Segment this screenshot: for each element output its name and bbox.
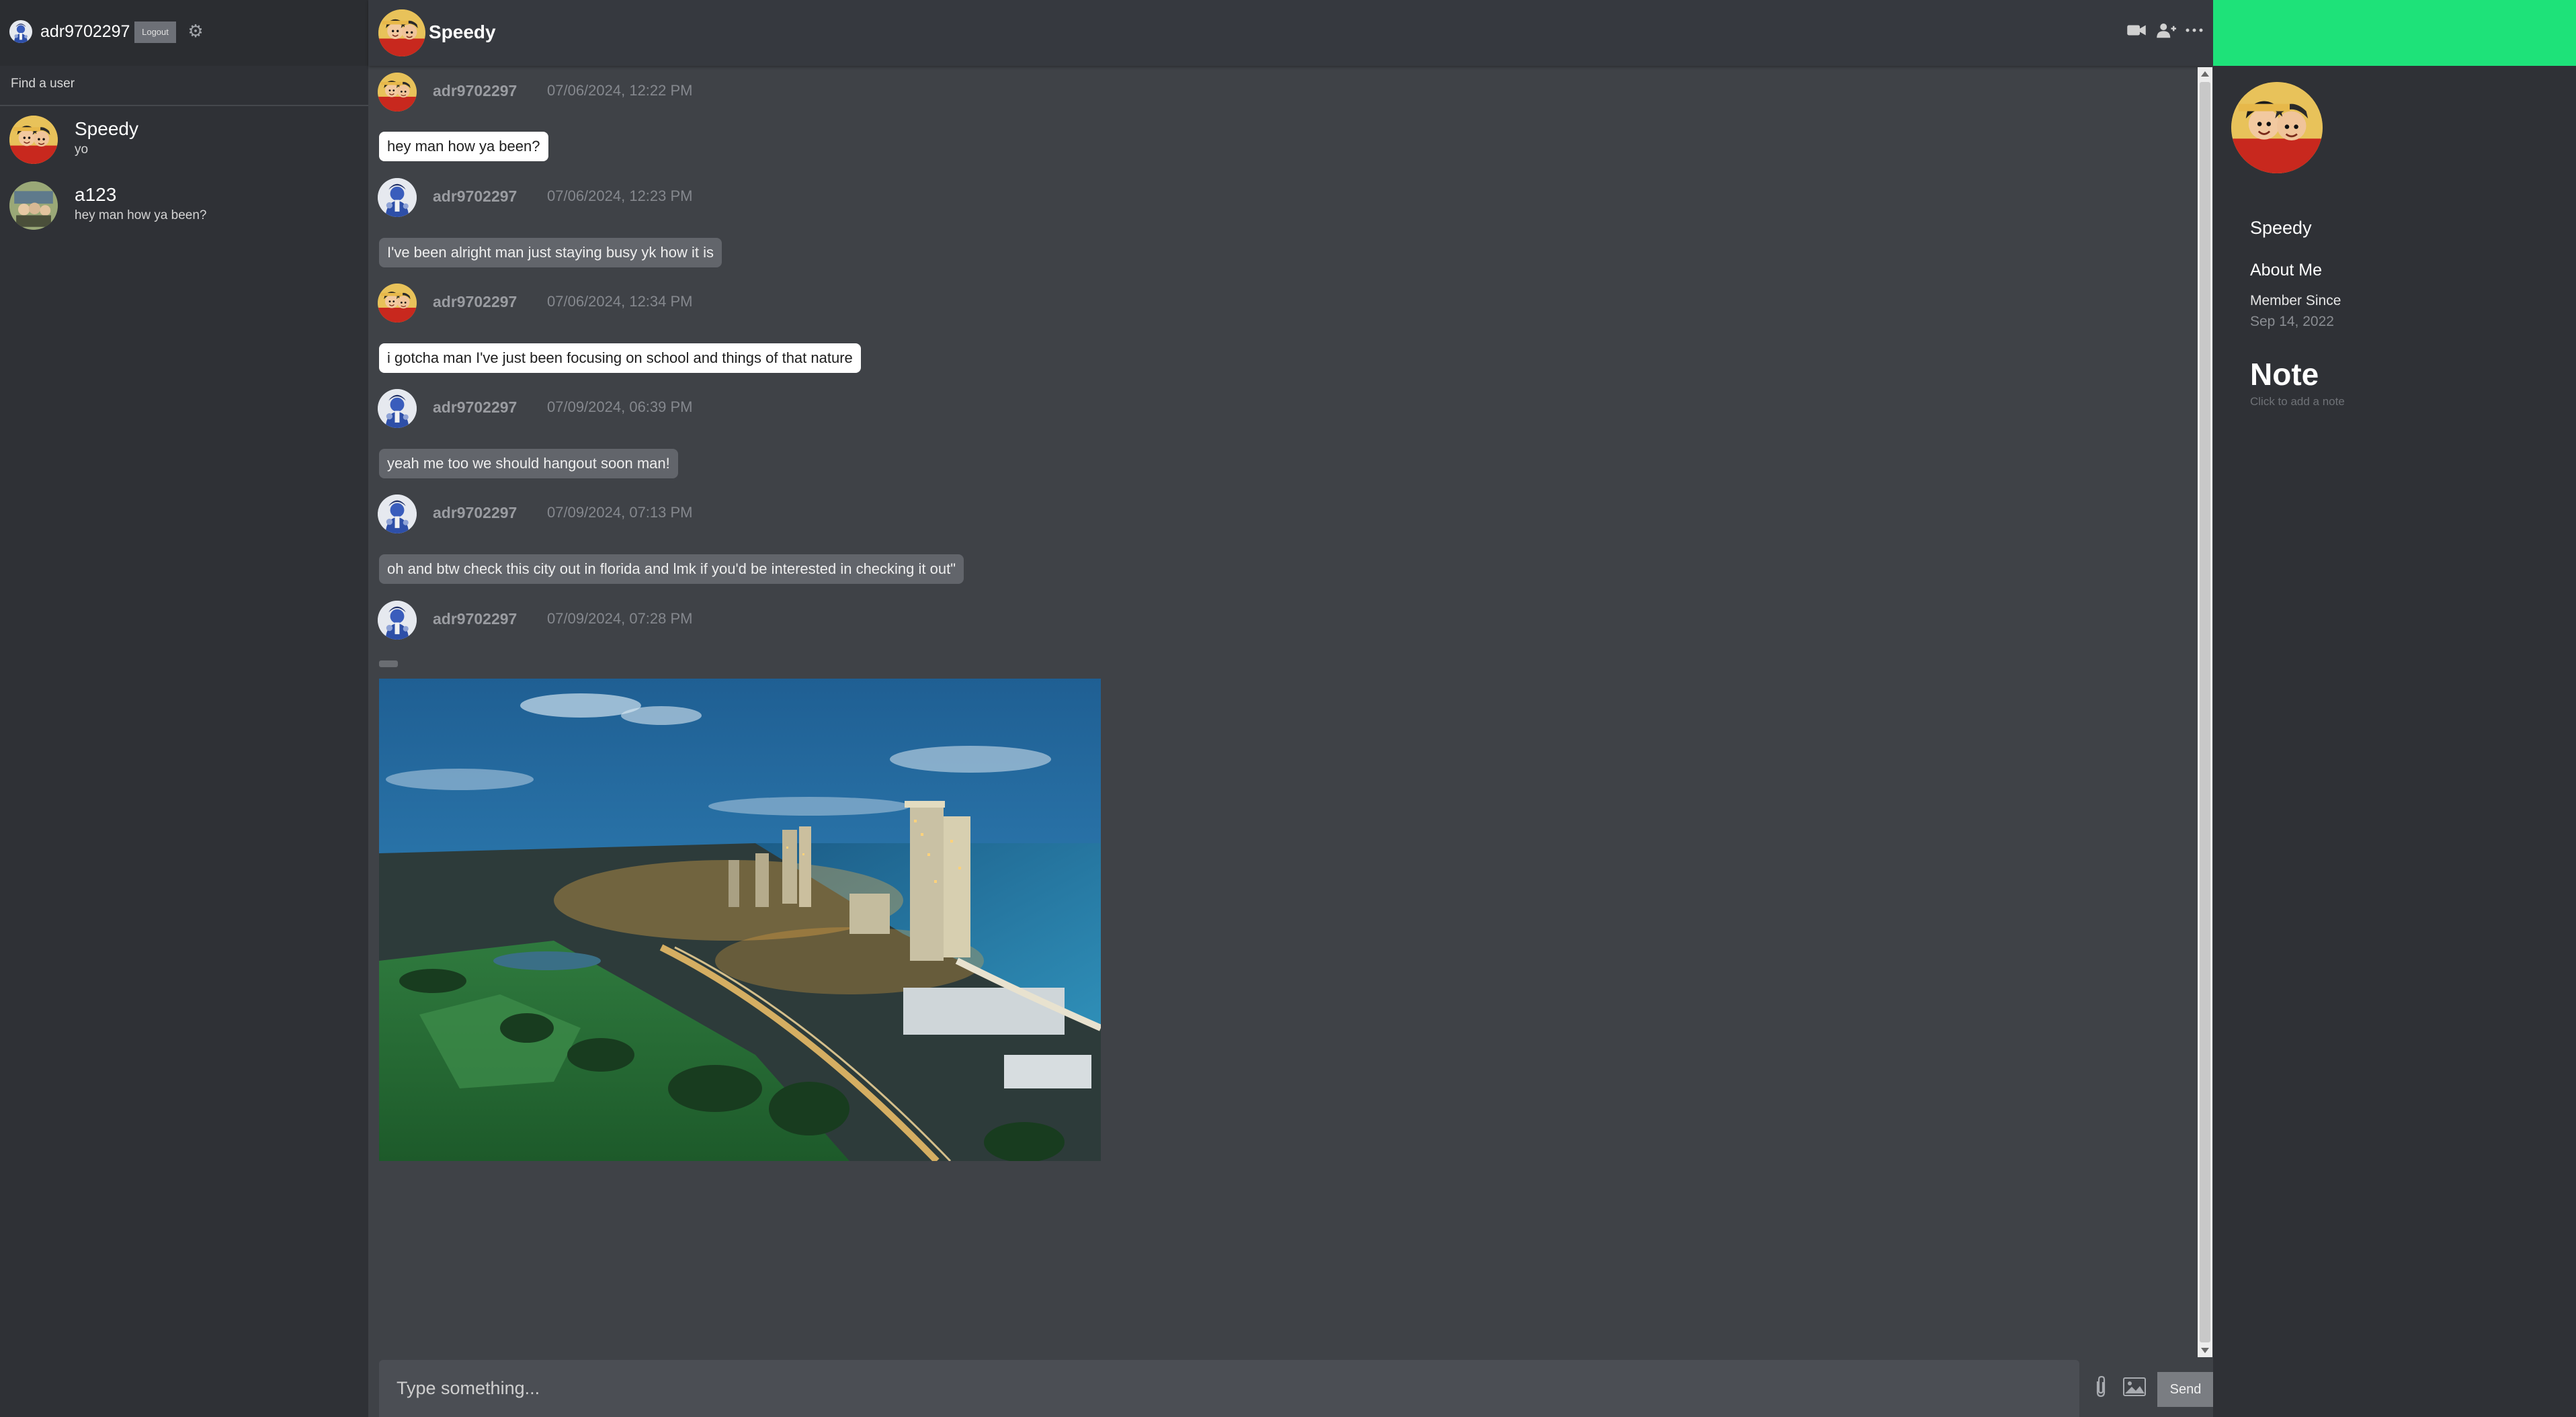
message-bubble: yeah me too we should hangout soon man! xyxy=(379,449,678,478)
profile-avatar xyxy=(2231,82,2323,173)
message-avatar[interactable] xyxy=(378,73,417,112)
contact-name: a123 xyxy=(75,184,117,205)
message-list-scrollbar[interactable] xyxy=(2198,67,2212,1357)
shared-image-city-skyline[interactable] xyxy=(379,679,1101,1161)
message-timestamp: 07/06/2024, 12:23 PM xyxy=(547,187,693,204)
message-list[interactable]: adr9702297 07/06/2024, 12:22 PM hey man … xyxy=(368,66,2196,1349)
message-username[interactable]: adr9702297 xyxy=(433,610,517,628)
current-user-avatar[interactable] xyxy=(9,20,32,43)
message-avatar[interactable] xyxy=(378,495,417,533)
member-since-value: Sep 14, 2022 xyxy=(2250,314,2334,329)
profile-banner xyxy=(2213,0,2576,66)
image-upload-icon[interactable] xyxy=(2122,1376,2149,1400)
sidebar: adr9702297 Logout ⚙ Find a user Speedy y… xyxy=(0,0,368,1417)
add-user-icon[interactable] xyxy=(2155,20,2177,43)
find-user-search[interactable]: Find a user xyxy=(0,66,368,106)
contact-item-a123[interactable]: a123 hey man how ya been? xyxy=(0,172,368,238)
message-username[interactable]: adr9702297 xyxy=(433,187,517,206)
message-avatar[interactable] xyxy=(378,389,417,428)
gear-icon[interactable]: ⚙ xyxy=(185,19,206,43)
member-since-label: Member Since xyxy=(2250,293,2341,308)
message-avatar[interactable] xyxy=(378,284,417,323)
message-timestamp: 07/06/2024, 12:22 PM xyxy=(547,82,693,99)
message-username[interactable]: adr9702297 xyxy=(433,82,517,100)
message-avatar[interactable] xyxy=(378,178,417,217)
message-timestamp: 07/09/2024, 07:13 PM xyxy=(547,504,693,521)
contact-avatar xyxy=(9,181,58,230)
profile-name: Speedy xyxy=(2250,218,2312,238)
more-options-icon[interactable] xyxy=(2183,20,2206,43)
send-button[interactable]: Send xyxy=(2157,1372,2214,1407)
message-timestamp: 07/09/2024, 07:28 PM xyxy=(547,610,693,627)
contact-last-message: yo xyxy=(75,142,89,157)
message-bubble: hey man how ya been? xyxy=(379,132,548,161)
message-username[interactable]: adr9702297 xyxy=(433,293,517,311)
scroll-down-icon[interactable] xyxy=(2201,1348,2209,1353)
user-profile-panel: Speedy About Me Member Since Sep 14, 202… xyxy=(2213,0,2576,1417)
find-user-label: Find a user xyxy=(11,77,75,91)
message-bubble: i gotcha man I've just been focusing on … xyxy=(379,343,861,373)
contact-name: Speedy xyxy=(75,118,138,139)
scrollbar-thumb[interactable] xyxy=(2200,82,2210,1342)
contact-avatar xyxy=(9,116,58,164)
current-username: adr9702297 xyxy=(40,22,130,41)
about-me-heading: About Me xyxy=(2250,261,2323,280)
attachment-icon[interactable] xyxy=(2091,1375,2110,1402)
message-bubble: I've been alright man just staying busy … xyxy=(379,238,722,267)
chat-header: Speedy xyxy=(368,0,2213,66)
contact-item-speedy[interactable]: Speedy yo xyxy=(0,106,368,172)
empty-message-bubble xyxy=(379,660,398,667)
chat-partner-avatar[interactable] xyxy=(378,9,425,56)
message-username[interactable]: adr9702297 xyxy=(433,398,517,417)
message-input[interactable] xyxy=(379,1360,2079,1417)
scroll-up-icon[interactable] xyxy=(2201,71,2209,77)
message-bubble: oh and btw check this city out in florid… xyxy=(379,554,964,584)
contact-last-message: hey man how ya been? xyxy=(75,208,207,222)
chat-partner-name: Speedy xyxy=(429,22,496,42)
logout-button[interactable]: Logout xyxy=(134,22,176,43)
message-composer: Send xyxy=(379,1360,2214,1417)
video-call-icon[interactable] xyxy=(2125,20,2148,43)
message-avatar[interactable] xyxy=(378,601,417,640)
current-user-bar: adr9702297 Logout ⚙ xyxy=(0,0,368,66)
chat-panel: Speedy adr9702297 07/06/2024, 12:22 PM h… xyxy=(368,0,2214,1417)
note-heading: Note xyxy=(2250,357,2319,392)
add-note-field[interactable]: Click to add a note xyxy=(2250,395,2345,409)
message-timestamp: 07/06/2024, 12:34 PM xyxy=(547,293,693,310)
message-timestamp: 07/09/2024, 06:39 PM xyxy=(547,398,693,415)
message-username[interactable]: adr9702297 xyxy=(433,504,517,522)
